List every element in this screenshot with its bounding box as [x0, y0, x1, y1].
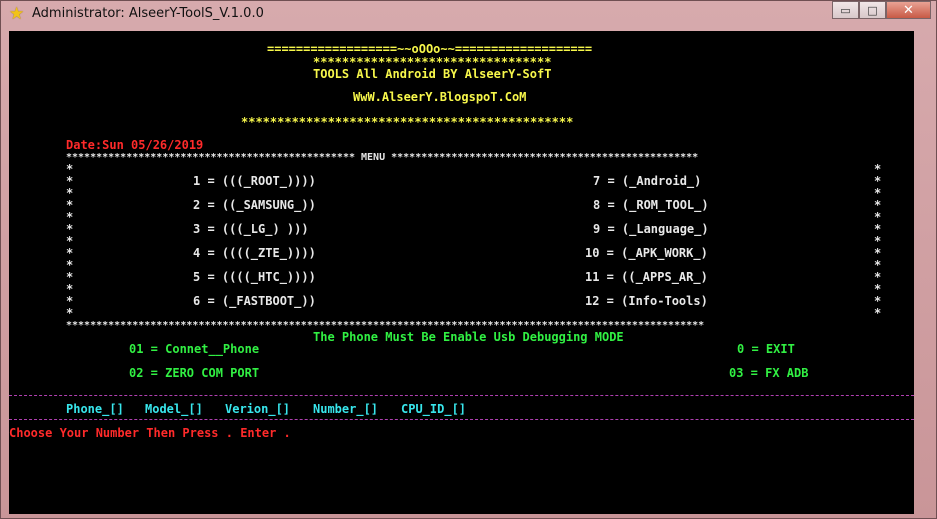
app-banner-title: TOOLS All Android BY AlseerY-SofT [313, 67, 552, 81]
status-divider-bottom [9, 419, 914, 420]
option-exit[interactable]: 0 = EXIT [737, 342, 795, 356]
menu-top-border: ****************************************… [66, 152, 699, 163]
menu-item-apk-work[interactable]: 10 = (_APK_WORK_) [585, 246, 708, 260]
menu-item-fastboot[interactable]: 6 = (_FASTBOOT_)) [193, 294, 316, 308]
status-cpu-id: CPU_ID_[] [401, 402, 467, 416]
option-fix-adb[interactable]: 03 = FX ADB [729, 366, 808, 380]
console-window: ★ Administrator: AlseerY-ToolS_V.1.0.0 ▭… [0, 0, 937, 519]
console-output[interactable]: ==================~~oOOo~~==============… [9, 31, 914, 514]
menu-item-android[interactable]: 7 = (_Android_) [593, 174, 701, 188]
window-title: Administrator: AlseerY-ToolS_V.1.0.0 [32, 6, 264, 21]
status-divider-top [9, 395, 914, 396]
maximize-button[interactable]: □ [859, 1, 886, 19]
menu-item-lg[interactable]: 3 = (((_LG_) ))) [193, 222, 309, 236]
status-phone: Phone_[] [66, 402, 124, 416]
window-controls: ▭ □ ✕ [832, 1, 931, 19]
menu-item-info-tools[interactable]: 12 = (Info-Tools) [585, 294, 708, 308]
menu-item-language[interactable]: 9 = (_Language_) [593, 222, 709, 236]
status-model: Model_[] [145, 402, 203, 416]
menu-item-root[interactable]: 1 = (((_ROOT_)))) [193, 174, 316, 188]
menu-item-zte[interactable]: 4 = ((((_ZTE_)))) [193, 246, 316, 260]
input-prompt[interactable]: Choose Your Number Then Press . Enter . [9, 426, 291, 440]
minimize-button[interactable]: ▭ [832, 1, 859, 19]
star-icon: ★ [9, 4, 25, 24]
option-zero-com-port[interactable]: 02 = ZERO COM PORT [129, 366, 259, 380]
title-bar[interactable]: ★ Administrator: AlseerY-ToolS_V.1.0.0 ▭… [1, 1, 937, 27]
banner-line: ==================~~oOOo~~==============… [267, 42, 593, 56]
banner-stars-2: ****************************************… [241, 115, 574, 129]
date-text: Date:Sun 05/26/2019 [66, 138, 204, 152]
menu-item-rom-tool[interactable]: 8 = (_ROM_TOOL_) [593, 198, 709, 212]
menu-item-apps-ar[interactable]: 11 = ((_APPS_AR_) [585, 270, 708, 284]
status-number: Number_[] [313, 402, 379, 416]
option-connect-phone[interactable]: 01 = Connet__Phone [129, 342, 259, 356]
usb-debugging-notice: The Phone Must Be Enable Usb Debugging M… [313, 330, 624, 344]
menu-item-samsung[interactable]: 2 = ((_SAMSUNG_)) [193, 198, 316, 212]
menu-item-htc[interactable]: 5 = ((((_HTC_)))) [193, 270, 316, 284]
status-version: Verion_[] [225, 402, 291, 416]
website-text: WwW.AlseerY.BlogspoT.CoM [353, 90, 527, 104]
close-button[interactable]: ✕ [886, 1, 931, 19]
